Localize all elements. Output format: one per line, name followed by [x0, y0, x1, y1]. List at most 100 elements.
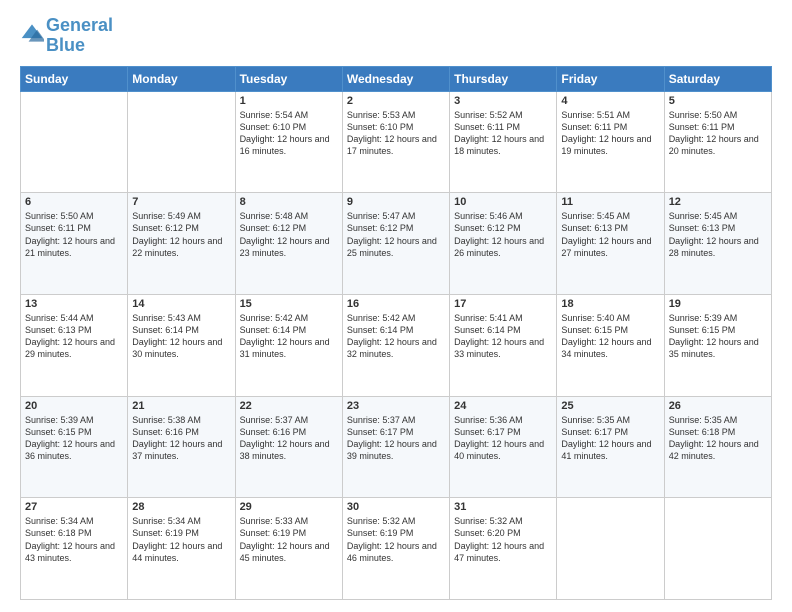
- day-info: Sunrise: 5:44 AM Sunset: 6:13 PM Dayligh…: [25, 312, 123, 361]
- day-number: 31: [454, 501, 552, 513]
- day-info: Sunrise: 5:45 AM Sunset: 6:13 PM Dayligh…: [669, 210, 767, 259]
- calendar-cell: 7 Sunrise: 5:49 AM Sunset: 6:12 PM Daylig…: [128, 193, 235, 295]
- day-info: Sunrise: 5:50 AM Sunset: 6:11 PM Dayligh…: [25, 210, 123, 259]
- calendar-cell: 14Sunrise: 5:43 AM Sunset: 6:14 PM Dayli…: [128, 294, 235, 396]
- calendar-cell: 5 Sunrise: 5:50 AM Sunset: 6:11 PM Daylig…: [664, 91, 771, 193]
- calendar-cell: 4 Sunrise: 5:51 AM Sunset: 6:11 PM Daylig…: [557, 91, 664, 193]
- day-number: 5: [669, 95, 767, 107]
- day-info: Sunrise: 5:39 AM Sunset: 6:15 PM Dayligh…: [25, 414, 123, 463]
- day-info: Sunrise: 5:42 AM Sunset: 6:14 PM Dayligh…: [240, 312, 338, 361]
- col-header-friday: Friday: [557, 66, 664, 91]
- calendar-week-row: 6 Sunrise: 5:50 AM Sunset: 6:11 PM Daylig…: [21, 193, 772, 295]
- day-info: Sunrise: 5:45 AM Sunset: 6:13 PM Dayligh…: [561, 210, 659, 259]
- col-header-saturday: Saturday: [664, 66, 771, 91]
- calendar-cell: 12 Sunrise: 5:45 AM Sunset: 6:13 PM Dayli…: [664, 193, 771, 295]
- day-info: Sunrise: 5:47 AM Sunset: 6:12 PM Dayligh…: [347, 210, 445, 259]
- day-info: Sunrise: 5:36 AM Sunset: 6:17 PM Dayligh…: [454, 414, 552, 463]
- day-info: Sunrise: 5:42 AM Sunset: 6:14 PM Dayligh…: [347, 312, 445, 361]
- calendar-cell: 15Sunrise: 5:42 AM Sunset: 6:14 PM Dayli…: [235, 294, 342, 396]
- day-info: Sunrise: 5:52 AM Sunset: 6:11 PM Dayligh…: [454, 109, 552, 158]
- day-info: Sunrise: 5:32 AM Sunset: 6:20 PM Dayligh…: [454, 515, 552, 564]
- day-number: 13: [25, 298, 123, 310]
- calendar-cell: 2 Sunrise: 5:53 AM Sunset: 6:10 PM Daylig…: [342, 91, 449, 193]
- day-number: 21: [132, 400, 230, 412]
- day-info: Sunrise: 5:32 AM Sunset: 6:19 PM Dayligh…: [347, 515, 445, 564]
- day-info: Sunrise: 5:48 AM Sunset: 6:12 PM Dayligh…: [240, 210, 338, 259]
- day-info: Sunrise: 5:50 AM Sunset: 6:11 PM Dayligh…: [669, 109, 767, 158]
- calendar-header-row: SundayMondayTuesdayWednesdayThursdayFrid…: [21, 66, 772, 91]
- day-number: 11: [561, 196, 659, 208]
- calendar-week-row: 20 Sunrise: 5:39 AM Sunset: 6:15 PM Dayli…: [21, 396, 772, 498]
- calendar-cell: [128, 91, 235, 193]
- logo-text: General Blue: [46, 16, 113, 56]
- day-number: 2: [347, 95, 445, 107]
- day-info: Sunrise: 5:53 AM Sunset: 6:10 PM Dayligh…: [347, 109, 445, 158]
- day-number: 24: [454, 400, 552, 412]
- day-info: Sunrise: 5:51 AM Sunset: 6:11 PM Dayligh…: [561, 109, 659, 158]
- day-number: 30: [347, 501, 445, 513]
- day-info: Sunrise: 5:37 AM Sunset: 6:16 PM Dayligh…: [240, 414, 338, 463]
- calendar-cell: 11 Sunrise: 5:45 AM Sunset: 6:13 PM Dayli…: [557, 193, 664, 295]
- day-info: Sunrise: 5:39 AM Sunset: 6:15 PM Dayligh…: [669, 312, 767, 361]
- calendar-cell: 17 Sunrise: 5:41 AM Sunset: 6:14 PM Dayli…: [450, 294, 557, 396]
- day-number: 25: [561, 400, 659, 412]
- calendar-cell: 27 Sunrise: 5:34 AM Sunset: 6:18 PM Dayli…: [21, 498, 128, 600]
- logo-icon: [20, 21, 44, 45]
- calendar-cell: 25 Sunrise: 5:35 AM Sunset: 6:17 PM Dayli…: [557, 396, 664, 498]
- day-number: 27: [25, 501, 123, 513]
- day-number: 4: [561, 95, 659, 107]
- day-number: 6: [25, 196, 123, 208]
- calendar-week-row: 1 Sunrise: 5:54 AM Sunset: 6:10 PM Daylig…: [21, 91, 772, 193]
- calendar-cell: 28 Sunrise: 5:34 AM Sunset: 6:19 PM Dayli…: [128, 498, 235, 600]
- calendar-cell: [21, 91, 128, 193]
- calendar-week-row: 13 Sunrise: 5:44 AM Sunset: 6:13 PM Dayli…: [21, 294, 772, 396]
- calendar-cell: 26Sunrise: 5:35 AM Sunset: 6:18 PM Dayli…: [664, 396, 771, 498]
- logo: General Blue: [20, 16, 113, 56]
- page-header: General Blue: [20, 16, 772, 56]
- day-info: Sunrise: 5:33 AM Sunset: 6:19 PM Dayligh…: [240, 515, 338, 564]
- calendar-cell: 31 Sunrise: 5:32 AM Sunset: 6:20 PM Dayli…: [450, 498, 557, 600]
- calendar-cell: 20 Sunrise: 5:39 AM Sunset: 6:15 PM Dayli…: [21, 396, 128, 498]
- calendar-cell: 16Sunrise: 5:42 AM Sunset: 6:14 PM Dayli…: [342, 294, 449, 396]
- day-number: 29: [240, 501, 338, 513]
- calendar-cell: 18Sunrise: 5:40 AM Sunset: 6:15 PM Dayli…: [557, 294, 664, 396]
- calendar-cell: 19Sunrise: 5:39 AM Sunset: 6:15 PM Dayli…: [664, 294, 771, 396]
- day-info: Sunrise: 5:34 AM Sunset: 6:18 PM Dayligh…: [25, 515, 123, 564]
- calendar-cell: 13 Sunrise: 5:44 AM Sunset: 6:13 PM Dayli…: [21, 294, 128, 396]
- calendar-cell: 8 Sunrise: 5:48 AM Sunset: 6:12 PM Daylig…: [235, 193, 342, 295]
- day-info: Sunrise: 5:49 AM Sunset: 6:12 PM Dayligh…: [132, 210, 230, 259]
- day-number: 28: [132, 501, 230, 513]
- day-info: Sunrise: 5:40 AM Sunset: 6:15 PM Dayligh…: [561, 312, 659, 361]
- day-number: 17: [454, 298, 552, 310]
- day-number: 23: [347, 400, 445, 412]
- calendar-cell: 30 Sunrise: 5:32 AM Sunset: 6:19 PM Dayli…: [342, 498, 449, 600]
- day-number: 1: [240, 95, 338, 107]
- calendar-table: SundayMondayTuesdayWednesdayThursdayFrid…: [20, 66, 772, 600]
- col-header-thursday: Thursday: [450, 66, 557, 91]
- day-number: 8: [240, 196, 338, 208]
- day-info: Sunrise: 5:46 AM Sunset: 6:12 PM Dayligh…: [454, 210, 552, 259]
- calendar-cell: 29 Sunrise: 5:33 AM Sunset: 6:19 PM Dayli…: [235, 498, 342, 600]
- day-number: 10: [454, 196, 552, 208]
- day-number: 20: [25, 400, 123, 412]
- col-header-tuesday: Tuesday: [235, 66, 342, 91]
- day-info: Sunrise: 5:34 AM Sunset: 6:19 PM Dayligh…: [132, 515, 230, 564]
- col-header-monday: Monday: [128, 66, 235, 91]
- day-number: 12: [669, 196, 767, 208]
- day-number: 3: [454, 95, 552, 107]
- calendar-cell: 6 Sunrise: 5:50 AM Sunset: 6:11 PM Daylig…: [21, 193, 128, 295]
- day-info: Sunrise: 5:37 AM Sunset: 6:17 PM Dayligh…: [347, 414, 445, 463]
- col-header-sunday: Sunday: [21, 66, 128, 91]
- calendar-cell: [664, 498, 771, 600]
- calendar-cell: 10 Sunrise: 5:46 AM Sunset: 6:12 PM Dayli…: [450, 193, 557, 295]
- day-info: Sunrise: 5:35 AM Sunset: 6:17 PM Dayligh…: [561, 414, 659, 463]
- day-number: 7: [132, 196, 230, 208]
- day-info: Sunrise: 5:54 AM Sunset: 6:10 PM Dayligh…: [240, 109, 338, 158]
- calendar-cell: [557, 498, 664, 600]
- day-info: Sunrise: 5:43 AM Sunset: 6:14 PM Dayligh…: [132, 312, 230, 361]
- day-info: Sunrise: 5:38 AM Sunset: 6:16 PM Dayligh…: [132, 414, 230, 463]
- day-info: Sunrise: 5:41 AM Sunset: 6:14 PM Dayligh…: [454, 312, 552, 361]
- calendar-cell: 23 Sunrise: 5:37 AM Sunset: 6:17 PM Dayli…: [342, 396, 449, 498]
- day-info: Sunrise: 5:35 AM Sunset: 6:18 PM Dayligh…: [669, 414, 767, 463]
- calendar-week-row: 27 Sunrise: 5:34 AM Sunset: 6:18 PM Dayli…: [21, 498, 772, 600]
